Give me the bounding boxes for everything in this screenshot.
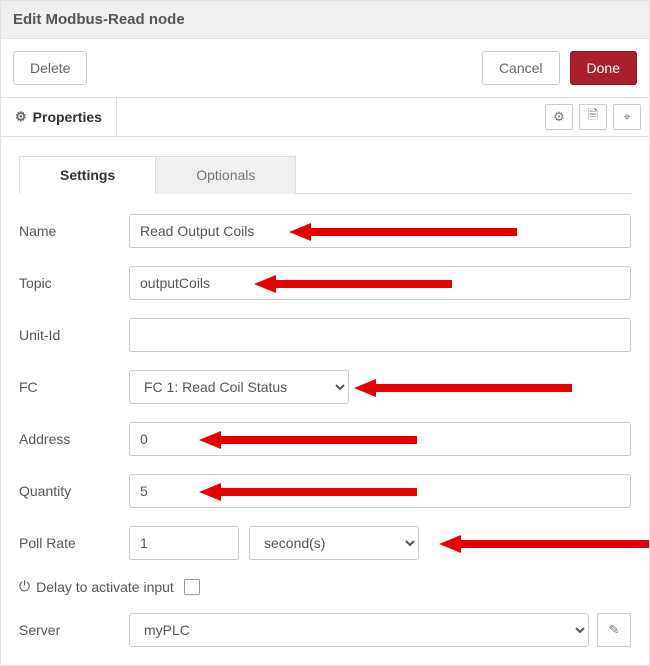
inner-tabs: Settings Optionals — [19, 155, 631, 194]
annotation-arrow — [354, 376, 574, 400]
label-fc: FC — [19, 379, 129, 395]
label-server: Server — [19, 622, 129, 638]
form-body: Settings Optionals Name Topic Unit-Id F — [1, 137, 649, 665]
row-server: Server myPLC ✎ — [19, 613, 631, 647]
tray-row: ⚙ Properties ⚙ 🗎 ⌖ — [1, 98, 649, 137]
cancel-button[interactable]: Cancel — [482, 51, 560, 85]
label-pollrate: Poll Rate — [19, 535, 129, 551]
unitid-input[interactable] — [129, 318, 631, 352]
node-appearance-button[interactable]: ⌖ — [613, 104, 641, 130]
label-unitid: Unit-Id — [19, 327, 129, 343]
row-topic: Topic — [19, 266, 631, 300]
pollrate-value-input[interactable] — [129, 526, 239, 560]
edit-server-button[interactable]: ✎ — [597, 613, 631, 647]
pencil-icon: ✎ — [609, 622, 620, 638]
panel-title: Edit Modbus-Read node — [1, 1, 649, 39]
done-button[interactable]: Done — [570, 51, 637, 85]
delay-checkbox[interactable] — [184, 579, 200, 595]
node-description-button[interactable]: 🗎 — [579, 104, 607, 130]
node-settings-button[interactable]: ⚙ — [545, 104, 573, 130]
annotation-arrow — [439, 532, 649, 556]
row-unitid: Unit-Id — [19, 318, 631, 352]
pollrate-unit-select[interactable]: second(s) — [249, 526, 419, 560]
power-icon: ⏻ — [19, 578, 30, 595]
quantity-input[interactable] — [129, 474, 631, 508]
label-quantity: Quantity — [19, 483, 129, 499]
row-pollrate: Poll Rate second(s) — [19, 526, 631, 560]
row-address: Address — [19, 422, 631, 456]
topic-input[interactable] — [129, 266, 631, 300]
label-name: Name — [19, 223, 129, 239]
gear-icon: ⚙ — [553, 109, 565, 125]
delete-button[interactable]: Delete — [13, 51, 87, 85]
scope-icon: ⌖ — [623, 109, 630, 125]
tray-buttons: ⚙ 🗎 ⌖ — [537, 98, 649, 136]
tab-settings[interactable]: Settings — [19, 156, 156, 194]
tab-optionals[interactable]: Optionals — [155, 156, 296, 194]
label-address: Address — [19, 431, 129, 447]
action-row: Delete Cancel Done — [1, 39, 649, 98]
name-input[interactable] — [129, 214, 631, 248]
row-quantity: Quantity — [19, 474, 631, 508]
gear-icon: ⚙ — [15, 109, 27, 125]
row-fc: FC FC 1: Read Coil Status — [19, 370, 631, 404]
label-delay-text: Delay to activate input — [36, 579, 174, 595]
properties-label: Properties — [33, 109, 102, 125]
fc-select[interactable]: FC 1: Read Coil Status — [129, 370, 349, 404]
label-topic: Topic — [19, 275, 129, 291]
properties-tab[interactable]: ⚙ Properties — [1, 98, 117, 136]
row-name: Name — [19, 214, 631, 248]
edit-node-panel: Edit Modbus-Read node Delete Cancel Done… — [0, 0, 650, 666]
server-select[interactable]: myPLC — [129, 613, 589, 647]
address-input[interactable] — [129, 422, 631, 456]
spacer — [117, 98, 537, 136]
row-delay: ⏻ Delay to activate input — [19, 578, 631, 595]
label-delay: ⏻ Delay to activate input — [19, 578, 174, 595]
doc-icon: 🗎 — [588, 106, 598, 128]
